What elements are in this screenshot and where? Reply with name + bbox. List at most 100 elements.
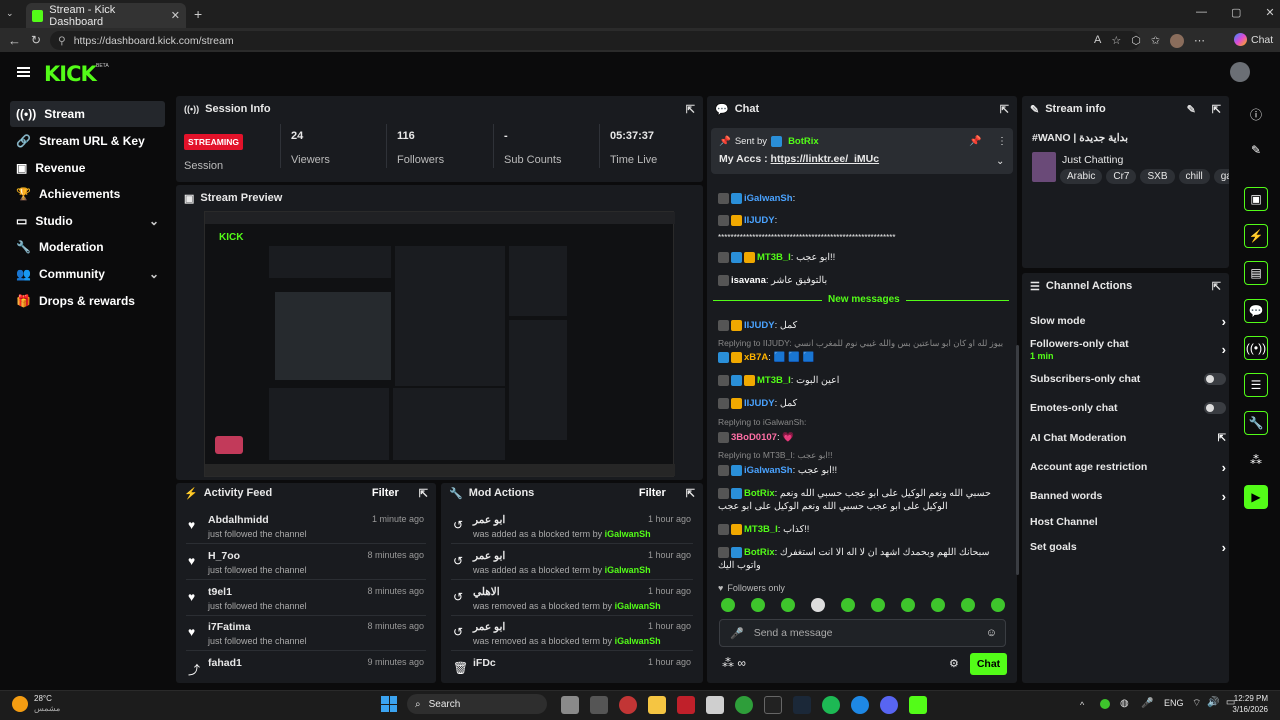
slow-mode-action[interactable]: Slow mode › (1030, 313, 1226, 329)
sidebar-item-revenue[interactable]: ▣ Revenue (10, 155, 165, 181)
file-explorer-icon[interactable] (648, 696, 666, 714)
read-aloud-icon[interactable]: A (1094, 34, 1101, 48)
emote-icon[interactable] (961, 598, 975, 612)
reply-context[interactable]: Replying to MT3B_I: ابو عجب!! (718, 450, 833, 461)
category-thumbnail[interactable] (1032, 152, 1056, 182)
url-field[interactable]: ⚲ https://dashboard.kick.com/stream (50, 31, 1140, 50)
follower-name[interactable]: H_7oo (208, 550, 240, 562)
followers-only-action[interactable]: Followers-only chat 1 min › (1030, 338, 1226, 364)
favorite-star-icon[interactable]: ☆ (1111, 34, 1121, 48)
chat-username[interactable]: IIJUDY (744, 398, 775, 409)
popout-icon[interactable]: ⇱ (1212, 103, 1221, 116)
chat-username[interactable]: MT3B_I (757, 375, 791, 386)
subscribers-only-toggle[interactable] (1204, 373, 1226, 385)
sidebar-item-moderation[interactable]: 🔧 Moderation (10, 234, 165, 260)
follower-name[interactable]: t9el1 (208, 586, 232, 598)
discord-icon[interactable] (880, 696, 898, 714)
community-points-icon[interactable]: ⁂ ∞ (722, 656, 746, 670)
sidebar-item-drops-rewards[interactable]: 🎁 Drops & rewards (10, 288, 165, 314)
emote-icon[interactable] (991, 598, 1005, 612)
undo-icon[interactable]: ↺ (453, 554, 465, 568)
follower-name[interactable]: Abdalhmidd (208, 514, 269, 526)
tag[interactable]: ga (1213, 169, 1229, 184)
chat-username[interactable]: MT3B_I (757, 252, 791, 263)
chat-bubble-icon[interactable]: 💬 (1244, 299, 1268, 323)
new-tab-icon[interactable]: + (194, 6, 202, 22)
chat-settings-icon[interactable]: ⚙ (949, 657, 959, 670)
close-window-icon[interactable]: ✕ (1265, 6, 1274, 19)
tag[interactable]: Arabic (1060, 169, 1103, 184)
browser-tab[interactable]: Stream - Kick Dashboard ✕ (26, 3, 186, 28)
chat-username[interactable]: iGalwanSh (744, 193, 793, 204)
user-avatar[interactable] (1230, 62, 1250, 82)
chat-username[interactable]: xB7A (744, 352, 768, 363)
sidebar-item-stream[interactable]: ((•)) Stream (10, 101, 165, 127)
more-menu-icon[interactable]: ⋯ (1194, 34, 1205, 48)
undo-icon[interactable]: ↺ (453, 590, 465, 604)
chat-username[interactable]: BotRix (744, 488, 775, 499)
unpin-icon[interactable]: 📌 (969, 136, 981, 147)
emote-icon[interactable] (841, 598, 855, 612)
maximize-icon[interactable]: ▢ (1231, 6, 1241, 19)
xbox-icon[interactable] (735, 696, 753, 714)
chat-input[interactable]: 🎤 Send a message ☺ (719, 619, 1006, 647)
back-icon[interactable]: ← (8, 33, 21, 48)
minimize-icon[interactable]: — (1196, 6, 1207, 19)
reply-context[interactable]: Replying to IIJUDY: بيوز لله او كان ابو … (718, 338, 1003, 349)
chat-username[interactable]: iGalwanSh (744, 465, 793, 476)
kick-app-icon[interactable] (909, 696, 927, 714)
edit-stream-icon[interactable]: ✎ (1244, 138, 1268, 162)
notes-icon[interactable]: ▤ (1244, 261, 1268, 285)
popout-icon[interactable]: ⇱ (419, 487, 428, 500)
popout-icon[interactable]: ⇱ (686, 103, 695, 116)
emote-icon[interactable] (931, 598, 945, 612)
sidebar-item-stream-url-key[interactable]: 🔗 Stream URL & Key (10, 128, 165, 154)
info-icon[interactable]: ⓘ (1244, 102, 1268, 126)
tab-list-icon[interactable]: ⌄ (6, 8, 14, 19)
epic-games-icon[interactable] (764, 696, 782, 714)
tray-network-icon[interactable]: ◍ (1120, 698, 1129, 709)
emote-icon[interactable] (721, 598, 735, 612)
chat-username[interactable]: BotRix (744, 547, 775, 558)
popout-icon[interactable]: ⇱ (1212, 280, 1221, 293)
category-name[interactable]: Just Chatting (1062, 154, 1123, 166)
add-widget-icon[interactable]: ⁂ (1244, 448, 1268, 472)
moderator-name[interactable]: iGalwanSh (615, 601, 661, 611)
follower-name[interactable]: i7Fatima (208, 621, 251, 633)
moderator-name[interactable]: iGalwanSh (605, 565, 651, 575)
pinned-user[interactable]: BotRix (788, 136, 819, 147)
reload-icon[interactable]: ↻ (31, 33, 41, 47)
banned-words-action[interactable]: Banned words › (1030, 488, 1226, 504)
pinned-link[interactable]: https://linktr.ee/_iMUc (771, 153, 880, 165)
hamburger-menu-icon[interactable] (17, 67, 30, 77)
emote-icon[interactable] (751, 598, 765, 612)
tray-chevron-icon[interactable]: ^ (1080, 700, 1084, 710)
reply-context[interactable]: Replying to iGalwanSh: (718, 417, 806, 427)
preview-toggle-icon[interactable]: ▣ (1244, 187, 1268, 211)
sidebar-item-achievements[interactable]: 🏆 Achievements (10, 181, 165, 207)
channel-actions-icon[interactable]: ☰ (1244, 373, 1268, 397)
emote-icon[interactable] (781, 598, 795, 612)
popout-icon[interactable]: ⇱ (1000, 103, 1009, 116)
extensions-icon[interactable]: ⬡ (1131, 34, 1141, 48)
chat-username[interactable]: IIJUDY (744, 320, 775, 331)
keyboard-language[interactable]: ENG (1164, 698, 1184, 708)
taskbar-search[interactable]: ⌕ Search (407, 694, 547, 714)
microphone-icon[interactable]: 🎤 (730, 627, 744, 640)
spotify-icon[interactable] (822, 696, 840, 714)
popout-icon[interactable]: ⇱ (686, 487, 695, 500)
mod-filter-button[interactable]: Filter (639, 487, 666, 499)
chat-username[interactable]: isavana (731, 275, 766, 286)
chevron-down-icon[interactable]: ⌄ (996, 156, 1004, 167)
tray-app-icon[interactable] (1100, 699, 1110, 709)
host-channel-action[interactable]: Host Channel (1030, 514, 1226, 530)
store-icon[interactable] (706, 696, 724, 714)
trash-icon[interactable]: 🗑 (453, 661, 468, 675)
copilot-chat-button[interactable]: Chat (1234, 33, 1273, 46)
sidebar-item-community[interactable]: 👥 Community ⌄ (10, 261, 165, 287)
opera-icon[interactable] (619, 696, 637, 714)
undo-icon[interactable]: ↺ (453, 518, 465, 532)
close-tab-icon[interactable]: ✕ (171, 9, 180, 22)
steam-icon[interactable] (793, 696, 811, 714)
tag[interactable]: SXB (1140, 169, 1175, 184)
